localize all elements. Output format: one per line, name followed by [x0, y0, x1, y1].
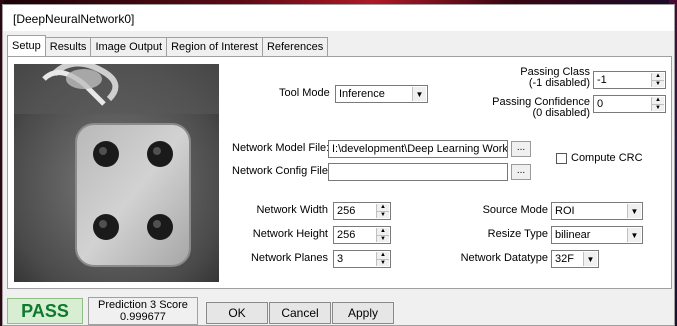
passing-confidence-label: Passing Confidence (0 disabled): [492, 96, 590, 119]
passing-class-spinner[interactable]: ▲ ▼: [651, 73, 664, 87]
chevron-down-icon: ▼: [583, 252, 597, 266]
inspection-image: [14, 64, 219, 282]
config-file-label: Network Config File:: [232, 165, 332, 177]
compute-crc-checkbox[interactable]: [556, 153, 567, 164]
tool-mode-value: Inference: [339, 88, 385, 100]
chevron-down-icon: ▼: [627, 228, 641, 242]
setup-panel: Tool Mode Inference ▼ Passing Class (-1 d…: [7, 56, 672, 289]
tool-mode-label: Tool Mode: [279, 87, 330, 99]
network-width-spinner[interactable]: ▲ ▼: [376, 204, 389, 218]
prediction-score-label: Prediction 3 Score: [98, 299, 188, 311]
source-mode-value: ROI: [555, 205, 575, 217]
model-file-browse-button[interactable]: ...: [511, 141, 531, 157]
passing-class-label: Passing Class (-1 disabled): [520, 66, 590, 89]
tool-mode-dropdown[interactable]: Inference ▼: [335, 85, 428, 103]
network-datatype-label: Network Datatype: [460, 252, 548, 264]
passing-class-input[interactable]: -1 ▲ ▼: [593, 71, 666, 89]
network-planes-spinner[interactable]: ▲ ▼: [376, 252, 389, 266]
tool-window: [DeepNeuralNetwork0] Setup Results Image…: [2, 4, 675, 326]
tab-strip: Setup Results Image Output Region of Int…: [7, 35, 329, 57]
chevron-down-icon: ▼: [627, 204, 641, 218]
compute-crc-label: Compute CRC: [571, 152, 643, 164]
chevron-down-icon: ▼: [412, 87, 426, 101]
tab-image-output[interactable]: Image Output: [90, 37, 168, 57]
network-datatype-value: 32F: [555, 253, 574, 265]
prediction-score-box: Prediction 3 Score 0.999677: [88, 297, 198, 325]
resize-type-label: Resize Type: [487, 228, 548, 240]
network-height-spinner[interactable]: ▲ ▼: [376, 228, 389, 242]
tab-setup[interactable]: Setup: [7, 35, 46, 57]
window-title: [DeepNeuralNetwork0]: [3, 5, 674, 31]
model-file-label: Network Model File:: [232, 142, 330, 154]
network-height-input[interactable]: 256 ▲ ▼: [333, 226, 391, 244]
config-file-input[interactable]: [328, 163, 508, 181]
tab-region-of-interest[interactable]: Region of Interest: [166, 37, 263, 57]
network-width-label: Network Width: [256, 204, 328, 216]
resize-type-dropdown[interactable]: bilinear ▼: [551, 226, 643, 244]
dice-image: [14, 64, 219, 282]
model-file-input[interactable]: I:\development\Deep Learning Work\E: [328, 140, 508, 158]
resize-type-value: bilinear: [555, 229, 591, 241]
network-planes-label: Network Planes: [250, 252, 328, 264]
network-datatype-dropdown[interactable]: 32F ▼: [551, 250, 599, 268]
config-file-browse-button[interactable]: ...: [511, 164, 531, 180]
network-width-input[interactable]: 256 ▲ ▼: [333, 202, 391, 220]
network-height-label: Network Height: [252, 228, 328, 240]
source-mode-dropdown[interactable]: ROI ▼: [551, 202, 643, 220]
ok-button[interactable]: OK: [206, 302, 268, 324]
tab-references[interactable]: References: [261, 37, 329, 57]
result-status-badge: PASS: [7, 298, 83, 324]
tab-results[interactable]: Results: [44, 37, 92, 57]
cancel-button[interactable]: Cancel: [269, 302, 331, 324]
passing-confidence-spinner[interactable]: ▲ ▼: [651, 97, 664, 111]
apply-button[interactable]: Apply: [332, 302, 394, 324]
source-mode-label: Source Mode: [482, 204, 548, 216]
prediction-score-value: 0.999677: [120, 311, 166, 323]
passing-confidence-input[interactable]: 0 ▲ ▼: [593, 95, 666, 113]
network-planes-input[interactable]: 3 ▲ ▼: [333, 250, 391, 268]
